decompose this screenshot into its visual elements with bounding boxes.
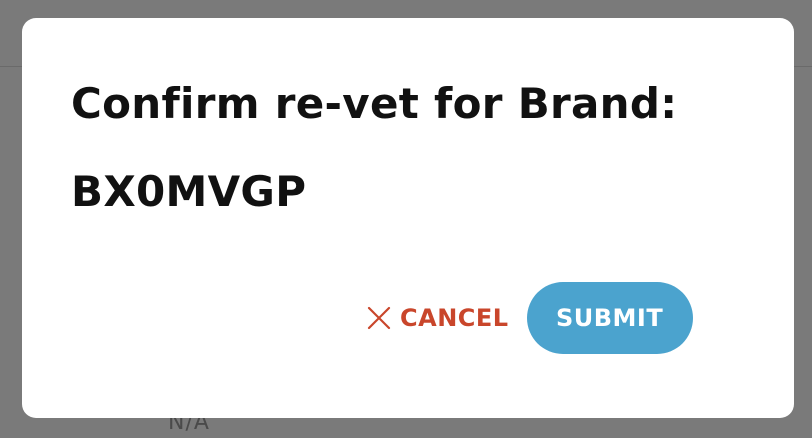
submit-button[interactable]: SUBMIT — [526, 282, 693, 354]
dialog-title-brand-id: BX0MVGP — [71, 167, 307, 216]
backdrop-divider-right — [794, 66, 812, 67]
backdrop-divider-left — [0, 66, 22, 67]
confirm-revet-dialog: Confirm re-vet for Brand: BX0MVGP CANCEL… — [22, 18, 794, 418]
close-icon — [366, 305, 392, 331]
cancel-button-label: CANCEL — [400, 304, 509, 332]
cancel-button[interactable]: CANCEL — [366, 304, 509, 332]
dialog-actions: CANCEL SUBMIT — [366, 282, 693, 354]
dialog-title-line-1: Confirm re-vet for Brand: — [71, 79, 678, 128]
dialog-title: Confirm re-vet for Brand: BX0MVGP — [71, 60, 751, 236]
